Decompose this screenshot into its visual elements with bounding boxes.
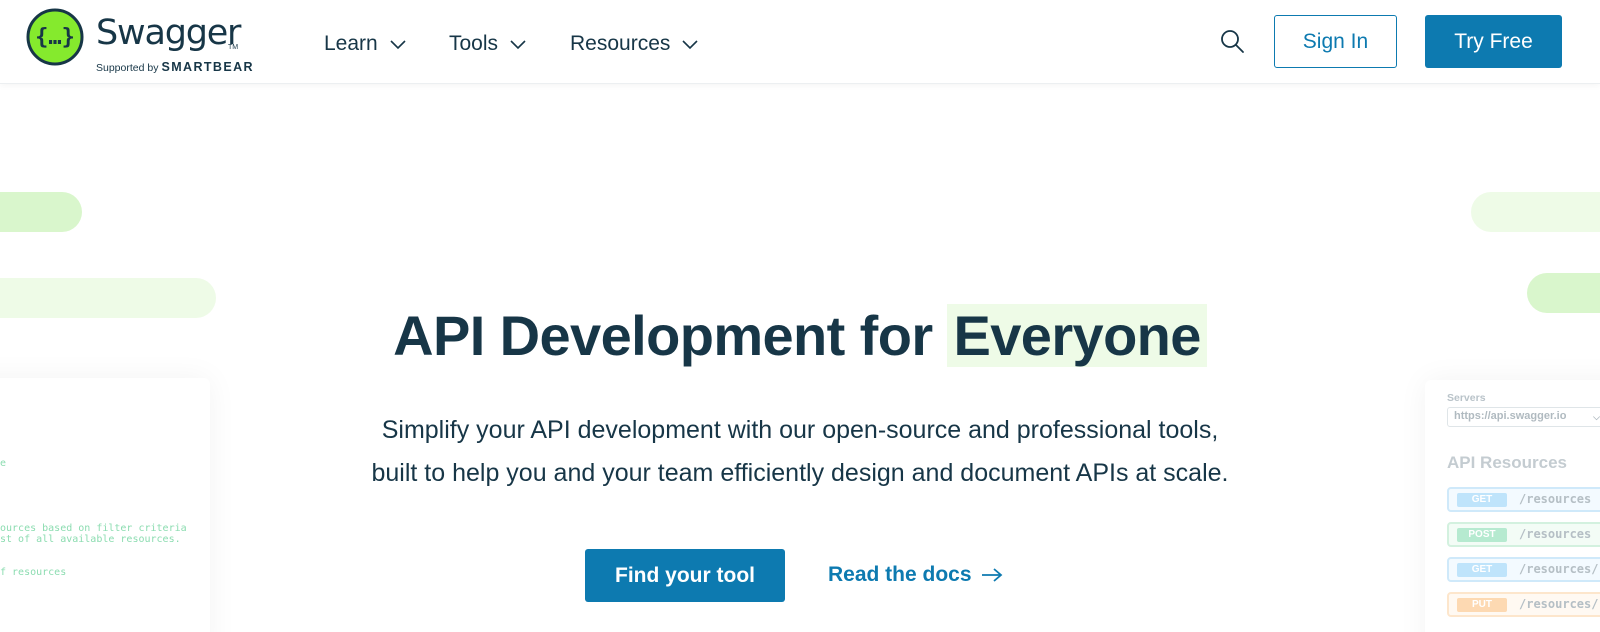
api-path: /resources: [1519, 527, 1592, 541]
code-line: e: [0, 458, 7, 469]
chevron-down-icon: [682, 40, 698, 50]
hero-subtitle-line: Simplify your API development with our o…: [381, 416, 1219, 444]
supported-by-text: Supported by: [96, 62, 159, 74]
nav-resources[interactable]: Resources: [570, 30, 699, 58]
api-path: /resources: [1519, 492, 1592, 506]
chevron-down-icon: [390, 40, 406, 50]
decorative-pill: [0, 192, 82, 232]
try-free-button[interactable]: Try Free: [1425, 15, 1562, 68]
swagger-logo-icon: {…}: [26, 8, 84, 66]
servers-label: Servers: [1447, 392, 1486, 404]
chevron-down-icon: [510, 40, 526, 50]
api-path: /resources/: [1519, 562, 1599, 576]
decorative-pill: [1471, 192, 1600, 232]
code-preview-card: e ources based on filter criteria st of …: [0, 378, 210, 632]
read-the-docs-label: Read the docs: [828, 563, 972, 586]
http-method-badge: GET: [1457, 493, 1507, 507]
code-line: f resources: [0, 567, 67, 578]
api-resources-title: API Resources: [1447, 453, 1567, 472]
hero-subtitle-line: built to help you and your team efficien…: [371, 459, 1229, 487]
nav-tools[interactable]: Tools: [449, 30, 527, 58]
hero-subtitle: Simplify your API development with our o…: [250, 409, 1350, 495]
search-icon[interactable]: [1219, 28, 1245, 54]
hero-title-highlight: Everyone: [947, 304, 1207, 367]
arrow-right-icon: [981, 568, 1002, 582]
api-path: /resources/: [1519, 597, 1599, 611]
company-name: SMARTBEAR: [161, 60, 254, 74]
code-line: st of all available resources.: [0, 534, 181, 545]
code-line: ources based on filter criteria: [0, 523, 187, 534]
nav-learn-label: Learn: [324, 32, 378, 55]
http-method-badge: POST: [1457, 528, 1507, 542]
site-header: {…} Swagger TM Supported by SMARTBEAR Lea…: [0, 0, 1600, 84]
server-value: https://api.swagger.io: [1454, 410, 1567, 422]
brand-tm: TM: [228, 44, 239, 51]
find-your-tool-button[interactable]: Find your tool: [585, 549, 785, 602]
nav-resources-label: Resources: [570, 32, 671, 55]
servers-select: https://api.swagger.io ⌵: [1447, 407, 1600, 427]
api-resource-row: PUT /resources/: [1447, 592, 1600, 617]
api-resource-row: GET /resources/: [1447, 557, 1600, 582]
nav-learn[interactable]: Learn: [324, 30, 407, 58]
swagger-logo[interactable]: {…} Swagger TM Supported by SMARTBEAR: [26, 6, 266, 76]
nav-tools-label: Tools: [449, 32, 499, 55]
hero-title-main: API Development for: [393, 304, 933, 367]
api-resource-row: POST /resources: [1447, 522, 1600, 547]
http-method-badge: GET: [1457, 563, 1507, 577]
http-method-badge: PUT: [1457, 598, 1507, 612]
brand-name: Swagger: [96, 13, 241, 53]
sign-in-button[interactable]: Sign In: [1274, 15, 1397, 68]
hero-title: API Development for Everyone: [0, 300, 1600, 372]
brand-supported-by: Supported by SMARTBEAR: [96, 60, 254, 74]
chevron-down-icon: ⌵: [1593, 412, 1600, 422]
api-preview-card: Servers https://api.swagger.io ⌵ API Res…: [1425, 380, 1600, 632]
api-resource-row: GET /resources: [1447, 487, 1600, 512]
read-the-docs-link[interactable]: Read the docs: [828, 563, 1003, 587]
svg-text:{…}: {…}: [35, 25, 75, 50]
